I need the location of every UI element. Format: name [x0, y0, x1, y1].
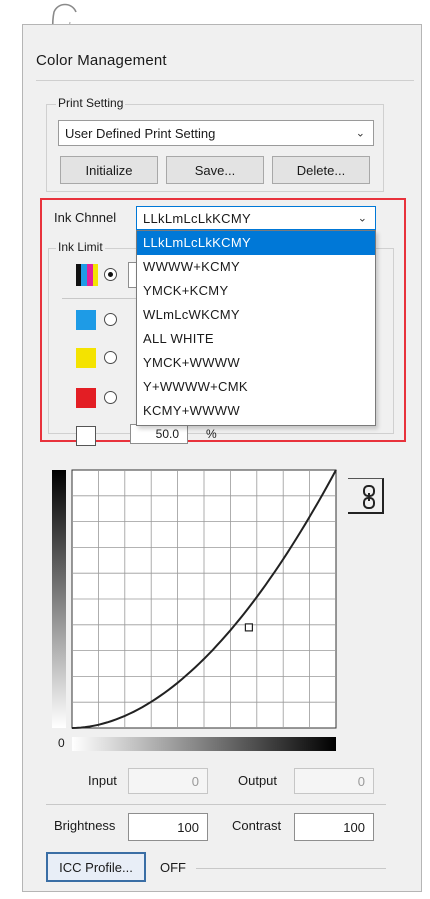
ink-channel-option[interactable]: LLkLmLcLkKCMY: [137, 231, 375, 255]
ink-channel-dropdown[interactable]: LLkLmLcLkKCMY ⌄: [136, 206, 376, 230]
curve-editor: [46, 460, 348, 760]
chevron-down-icon: ⌄: [355, 127, 365, 140]
ink-channel-selected: LLkLmLcLkKCMY: [143, 210, 251, 226]
ink-limit-value-field[interactable]: 50.0: [130, 424, 188, 444]
input-value-field[interactable]: 0: [128, 768, 208, 794]
all-colors-radio[interactable]: [104, 268, 117, 281]
ink-channel-option[interactable]: YMCK+KCMY: [137, 279, 375, 303]
cyan-radio[interactable]: [104, 313, 117, 326]
save-button[interactable]: Save...: [166, 156, 264, 184]
output-label: Output: [238, 773, 278, 788]
ink-channel-label: Ink Chnnel: [54, 210, 117, 225]
window-title: Color Management: [36, 52, 167, 69]
contrast-label: Contrast: [232, 818, 282, 833]
print-setting-selected: User Defined Print Setting: [65, 125, 216, 141]
ink-channel-option[interactable]: WLmLcWKCMY: [137, 303, 375, 327]
ink-channel-option[interactable]: YMCK+WWWW: [137, 351, 375, 375]
output-value-field[interactable]: 0: [294, 768, 374, 794]
yellow-radio[interactable]: [104, 351, 117, 364]
white-swatch: [76, 426, 96, 446]
print-setting-dropdown[interactable]: User Defined Print Setting ⌄: [58, 120, 374, 146]
curve-graph[interactable]: [46, 460, 348, 760]
input-gradient-bar: [72, 737, 336, 751]
cyan-swatch: [76, 310, 96, 330]
contrast-field[interactable]: 100: [294, 813, 374, 841]
brightness-label: Brightness: [54, 818, 116, 833]
red-swatch: [76, 388, 96, 408]
delete-button[interactable]: Delete...: [272, 156, 370, 184]
print-setting-legend: Print Setting: [56, 96, 126, 110]
title-divider: [36, 80, 414, 81]
ink-limit-unit: %: [206, 427, 217, 441]
chain-link-icon: [363, 485, 375, 509]
chevron-down-icon: ⌄: [357, 212, 367, 225]
adjust-divider: [46, 804, 386, 805]
yellow-swatch: [76, 348, 96, 368]
curve-control-point: [244, 623, 253, 632]
icc-profile-button[interactable]: ICC Profile...: [46, 852, 146, 882]
ink-channel-option[interactable]: KCMY+WWWW: [137, 399, 375, 423]
output-gradient-bar: [52, 470, 66, 728]
all-colors-swatch-icon: [76, 264, 98, 286]
red-radio[interactable]: [104, 391, 117, 404]
icc-status-text: OFF: [160, 860, 186, 875]
ink-channel-option[interactable]: Y+WWWW+CMK: [137, 375, 375, 399]
input-label: Input: [88, 773, 117, 788]
ink-limit-divider: [62, 298, 136, 299]
curve-origin-label: 0: [58, 736, 65, 750]
link-curve-button[interactable]: [348, 478, 384, 514]
ink-limit-legend: Ink Limit: [56, 240, 105, 254]
ink-channel-options-list: LLkLmLcLkKCMY WWWW+KCMY YMCK+KCMY WLmLcW…: [136, 230, 376, 426]
ink-channel-option[interactable]: WWWW+KCMY: [137, 255, 375, 279]
brightness-field[interactable]: 100: [128, 813, 208, 841]
initialize-button[interactable]: Initialize: [60, 156, 158, 184]
icc-divider: [196, 868, 386, 869]
ink-channel-option[interactable]: ALL WHITE: [137, 327, 375, 351]
